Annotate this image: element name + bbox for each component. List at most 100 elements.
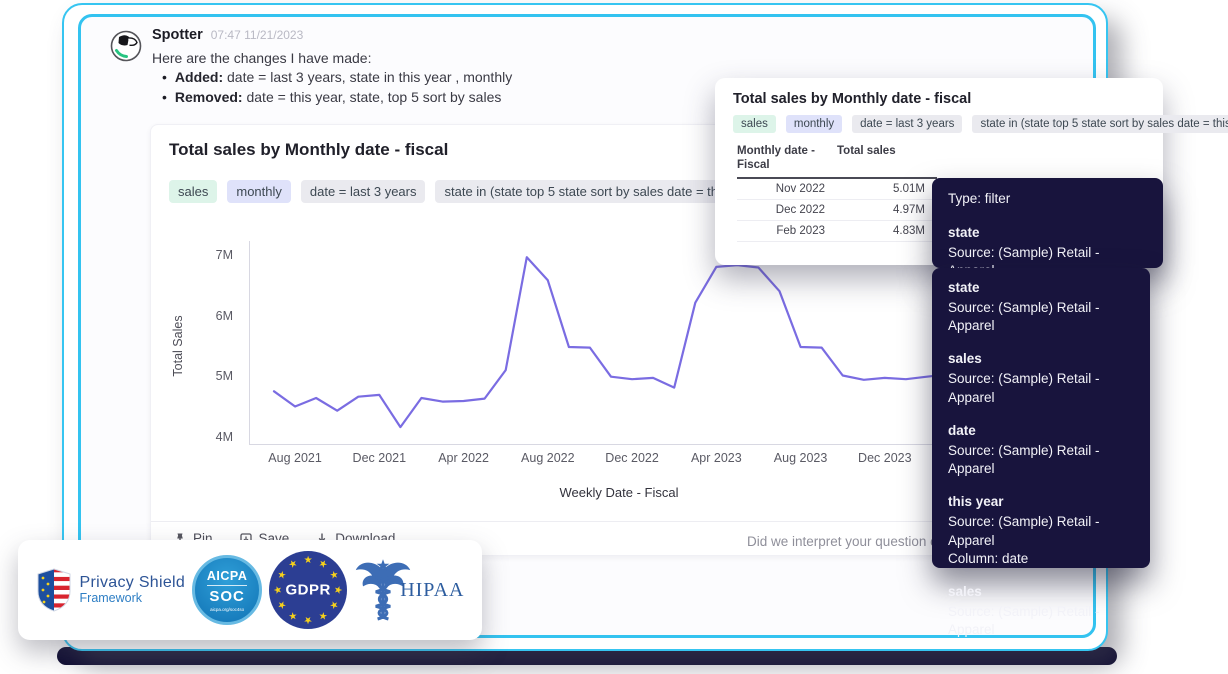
- tooltip-entry-source: Source: (Sample) Retail - Apparel: [948, 513, 1134, 549]
- gdpr-badge: GDPR ★★★★★★★★★★★★: [269, 551, 347, 629]
- removed-bullet: • Removed: date = this year, state, top 5…: [162, 89, 501, 105]
- query-token[interactable]: monthly: [786, 115, 842, 133]
- table-header-row: Monthly date - Fiscal Total sales: [737, 144, 937, 179]
- query-token[interactable]: sales: [733, 115, 776, 133]
- x-tick-label: Aug 2021: [268, 451, 322, 465]
- query-token-row: salesmonthlydate = last 3 yearsstate in …: [169, 180, 770, 203]
- tooltip-entry-source: Source: (Sample) Retail - Apparel: [948, 603, 1134, 639]
- cell-monthly-date: Feb 2023: [737, 225, 825, 237]
- added-label: Added:: [175, 69, 223, 85]
- added-text: date = last 3 years, state in this year …: [227, 69, 512, 85]
- x-tick-label: Aug 2023: [774, 451, 828, 465]
- message-intro: Here are the changes I have made:: [152, 50, 371, 66]
- answer-table: Monthly date - Fiscal Total sales Nov 20…: [737, 144, 937, 242]
- tooltip-entry: state Source: (Sample) Retail - Apparel: [948, 280, 1134, 335]
- aicpa-soc-badge: AICPA SOC aicpa.org/soc4so: [192, 555, 262, 625]
- query-token[interactable]: date = last 3 years: [852, 115, 962, 133]
- y-tick-label: 6M: [187, 309, 233, 323]
- gdpr-label: GDPR: [285, 582, 330, 599]
- cell-total-sales: 5.01M: [825, 183, 925, 195]
- hipaa-label: HIPAA: [400, 579, 464, 602]
- privacy-shield-icon: [36, 568, 72, 612]
- aicpa-divider: [207, 585, 247, 586]
- spotter-avatar: [110, 30, 142, 62]
- total-sales-line-series[interactable]: [274, 257, 948, 427]
- column-header-monthly-date: Monthly date - Fiscal: [737, 144, 837, 173]
- column-header-total-sales: Total sales: [837, 144, 933, 173]
- gdpr-star-icon: ★: [276, 598, 289, 611]
- tooltip-entry-source: Source: (Sample) Retail - Apparel: [948, 299, 1134, 335]
- x-tick-label: Dec 2021: [353, 451, 407, 465]
- chart-title: Total sales by Monthly date - fiscal: [169, 140, 448, 160]
- privacy-shield-sublabel: Framework: [80, 592, 186, 606]
- gdpr-star-icon: ★: [304, 556, 313, 566]
- compliance-badges-card: Privacy Shield Framework AICPA SOC aicpa…: [18, 540, 482, 640]
- x-tick-label: Dec 2022: [605, 451, 659, 465]
- y-tick-label: 4M: [187, 430, 233, 444]
- tooltip-entry: date Source: (Sample) Retail - Apparel: [948, 423, 1134, 478]
- tooltip-entry-name: sales: [948, 584, 1134, 599]
- line-chart-plot[interactable]: [249, 235, 955, 447]
- gdpr-star-icon: ★: [304, 614, 313, 624]
- dog-logo-icon: [110, 30, 142, 62]
- soc-label: SOC: [209, 588, 245, 605]
- x-tick-label: Dec 2023: [858, 451, 912, 465]
- y-axis-title: Total Sales: [171, 286, 191, 406]
- gdpr-star-icon: ★: [332, 586, 342, 595]
- aicpa-label: AICPA: [207, 569, 247, 583]
- tooltip-entry-name: this year: [948, 494, 1134, 509]
- token-tooltip-bottom: stateSource: (Sample) Retail - Apparelsa…: [932, 268, 1150, 568]
- x-tick-label: Aug 2022: [521, 451, 575, 465]
- popup-query-token-row: sales monthly date = last 3 years state in …: [733, 115, 1228, 133]
- removed-label: Removed:: [175, 89, 243, 105]
- gdpr-star-icon: ★: [327, 569, 340, 582]
- table-row: Dec 20224.97M: [737, 200, 937, 221]
- tooltip-entry-source: Source: (Sample) Retail - Apparel: [948, 442, 1134, 478]
- message-timestamp: 07:47 11/21/2023: [211, 28, 304, 42]
- hipaa-badge: HIPAA: [354, 557, 464, 623]
- x-tick-label: Apr 2022: [438, 451, 489, 465]
- cell-total-sales: 4.97M: [825, 204, 925, 216]
- tooltip-entry-source: Source: (Sample) Retail - Apparel: [948, 370, 1134, 406]
- table-row: Nov 20225.01M: [737, 179, 937, 200]
- table-row: Feb 20234.83M: [737, 221, 937, 242]
- query-token[interactable]: state in (state top 5 state sort by sale…: [972, 115, 1228, 133]
- y-tick-label: 5M: [187, 369, 233, 383]
- aicpa-url-label: aicpa.org/soc4so: [210, 607, 244, 612]
- tooltip-entry: sales Source: (Sample) Retail - Apparel: [948, 584, 1134, 639]
- token-tooltip-top: Type: filter stateSource: (Sample) Retai…: [932, 178, 1163, 268]
- gdpr-star-icon: ★: [316, 558, 329, 571]
- bullet-dot: •: [162, 69, 167, 85]
- screenshot-stage: Spotter 07:47 11/21/2023 Here are the cha…: [0, 0, 1228, 674]
- query-token[interactable]: sales: [169, 180, 217, 203]
- y-tick-label: 7M: [187, 248, 233, 262]
- cell-total-sales: 4.83M: [825, 225, 925, 237]
- table-body: Nov 20225.01MDec 20224.97MFeb 20234.83M: [737, 179, 937, 242]
- gdpr-star-icon: ★: [276, 569, 289, 582]
- tooltip-entry: sales Source: (Sample) Retail - Apparel: [948, 351, 1134, 406]
- tooltip-entry-name: state: [948, 280, 1134, 295]
- tooltip-entry-name: state: [948, 225, 1147, 240]
- gdpr-star-icon: ★: [287, 558, 300, 571]
- sender-name: Spotter: [152, 27, 203, 43]
- cell-monthly-date: Nov 2022: [737, 183, 825, 195]
- tooltip-entry-name: date: [948, 423, 1134, 438]
- x-tick-label: Apr 2023: [691, 451, 742, 465]
- query-token[interactable]: monthly: [227, 180, 291, 203]
- tooltip-entry-column: Column: date: [948, 550, 1134, 568]
- tooltip-entry: this year Source: (Sample) Retail - Appar…: [948, 494, 1134, 568]
- removed-text: date = this year, state, top 5 sort by s…: [246, 89, 501, 105]
- tooltip-entry-name: sales: [948, 351, 1134, 366]
- feedback-prompt: Did we interpret your question corre: [747, 534, 961, 549]
- popup-title: Total sales by Monthly date - fiscal: [733, 91, 971, 107]
- tooltip-type-label: Type: filter: [948, 191, 1147, 206]
- privacy-shield-label: Privacy Shield: [80, 574, 186, 592]
- cell-monthly-date: Dec 2022: [737, 204, 825, 216]
- gdpr-star-icon: ★: [316, 609, 329, 622]
- privacy-shield-badge: Privacy Shield Framework: [36, 568, 186, 612]
- gdpr-star-icon: ★: [287, 609, 300, 622]
- query-token[interactable]: date = last 3 years: [301, 180, 426, 203]
- bullet-dot: •: [162, 89, 167, 105]
- gdpr-star-icon: ★: [327, 598, 340, 611]
- added-bullet: • Added: date = last 3 years, state in th…: [162, 69, 512, 85]
